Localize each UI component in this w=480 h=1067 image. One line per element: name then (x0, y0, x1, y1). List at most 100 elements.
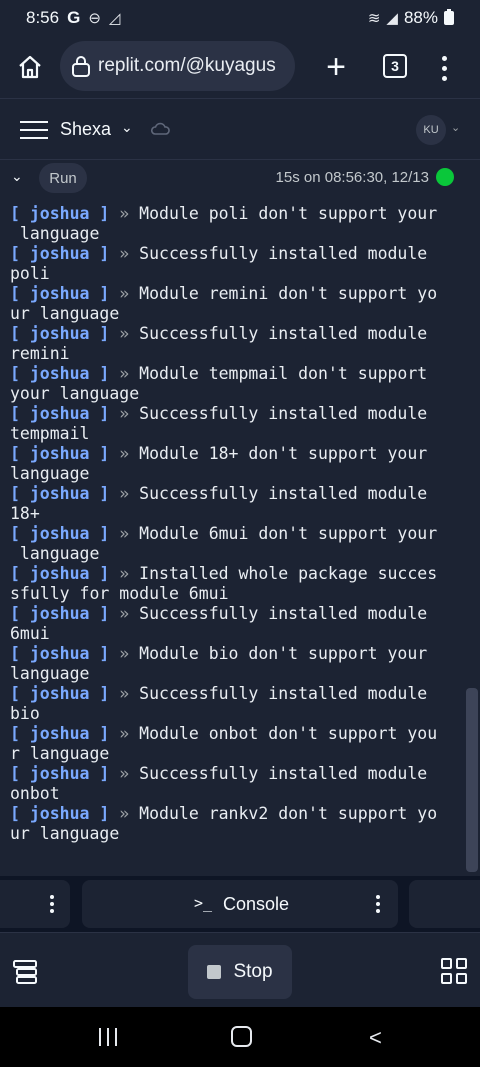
dot (441, 55, 447, 61)
recents-icon[interactable] (99, 1028, 117, 1046)
console-line: sfully for module 6mui (10, 584, 480, 604)
tools-stack-icon[interactable] (12, 959, 38, 985)
stop-icon (207, 965, 222, 979)
log-text: Module tempmail don't support (129, 364, 428, 383)
console-line: 18+ (10, 504, 480, 524)
panel-tabs: >_ Console (0, 876, 480, 932)
status-indicator (436, 168, 454, 186)
log-tag: [ joshua ] (10, 204, 110, 223)
grid-icon[interactable] (441, 958, 467, 984)
console-line: [ joshua ] » Successfully installed modu… (10, 324, 480, 344)
log-tag: [ joshua ] (10, 364, 110, 383)
log-text: Module onbot don't support you (129, 724, 438, 743)
log-arrow: » (119, 644, 130, 663)
log-arrow: » (119, 404, 130, 423)
terminal-icon: >_ (194, 894, 213, 912)
tab-switcher-button[interactable]: 3 (383, 54, 407, 78)
console-line: bio (10, 704, 480, 724)
tab-menu-icon[interactable] (48, 892, 56, 916)
console-line: [ joshua ] » Successfully installed modu… (10, 764, 480, 784)
browser-toolbar: replit.com/@kuyagus + 3 (0, 36, 480, 98)
tab-right[interactable] (409, 880, 480, 928)
console-line: [ joshua ] » Module rankv2 don't support… (10, 804, 480, 824)
console-line: [ joshua ] » Successfully installed modu… (10, 684, 480, 704)
log-tag: [ joshua ] (10, 284, 110, 303)
home-button[interactable] (0, 36, 60, 98)
log-text: Module 6mui don't support your (129, 524, 438, 543)
tab-console[interactable]: >_ Console (82, 880, 398, 928)
log-tag: [ joshua ] (10, 724, 110, 743)
stop-button[interactable]: Stop (188, 945, 292, 999)
console-line: r language (10, 744, 480, 764)
chevron-down-icon[interactable]: ⌄ (451, 121, 460, 134)
wifi-icon: ≋ (367, 10, 381, 27)
site-info-icon (72, 56, 90, 77)
tab-menu-icon[interactable] (374, 892, 382, 916)
log-text: Successfully installed module (129, 404, 428, 423)
browser-menu-button[interactable] (432, 48, 456, 88)
console-line: ur language (10, 304, 480, 324)
log-tag: [ joshua ] (10, 644, 110, 663)
log-text: sfully for module 6mui (10, 584, 229, 603)
log-text: remini (10, 344, 70, 363)
log-text: Successfully installed module (129, 244, 428, 263)
avatar[interactable]: KU (416, 115, 446, 145)
console-line: language (10, 664, 480, 684)
log-text: ur language (10, 304, 120, 323)
log-arrow: » (119, 284, 130, 303)
home-nav-icon[interactable] (231, 1026, 252, 1047)
dot (441, 65, 447, 71)
console-line: language (10, 224, 480, 244)
collapse-chevron-icon[interactable]: ⌄ (11, 168, 23, 185)
log-text: poli (10, 264, 50, 283)
tab-label: Console (223, 894, 290, 914)
log-arrow: » (119, 444, 130, 463)
log-tag: [ joshua ] (10, 244, 110, 263)
console-line: [ joshua ] » Successfully installed modu… (10, 244, 480, 264)
dnd-icon: ⊖ (88, 10, 101, 27)
run-button[interactable]: Run (39, 163, 87, 193)
log-arrow: » (119, 524, 130, 543)
console-line: [ joshua ] » Installed whole package suc… (10, 564, 480, 584)
console-line: 6mui (10, 624, 480, 644)
project-name[interactable]: Shexa (60, 119, 111, 140)
log-text: onbot (10, 784, 60, 803)
log-text: Module remini don't support yo (129, 284, 438, 303)
log-arrow: » (119, 804, 130, 823)
log-text: Module 18+ don't support your (129, 444, 428, 463)
log-arrow: » (119, 684, 130, 703)
log-arrow: » (119, 764, 130, 783)
console-line: [ joshua ] » Module 18+ don't support yo… (10, 444, 480, 464)
log-text: language (10, 224, 100, 243)
scrollbar[interactable] (466, 688, 478, 872)
log-tag: [ joshua ] (10, 404, 110, 423)
log-text: Successfully installed module (129, 604, 428, 623)
log-text: language (10, 544, 100, 563)
address-bar[interactable]: replit.com/@kuyagus (60, 41, 295, 91)
console-line: ur language (10, 824, 480, 844)
tab-left[interactable] (0, 880, 70, 928)
back-icon[interactable]: < (369, 1025, 382, 1051)
new-tab-button[interactable]: + (316, 44, 356, 90)
log-tag: [ joshua ] (10, 324, 110, 343)
run-bar: ⌄ Run 15s on 08:56:30, 12/13 (0, 160, 480, 196)
chevron-down-icon[interactable]: ⌄ (121, 119, 133, 136)
log-text: Successfully installed module (129, 324, 428, 343)
console-output[interactable]: [ joshua ] » Module poli don't support y… (0, 196, 480, 876)
console-line: poli (10, 264, 480, 284)
google-icon: G (67, 8, 81, 27)
log-arrow: » (119, 204, 130, 223)
console-line: [ joshua ] » Module poli don't support y… (10, 204, 480, 224)
log-text: tempmail (10, 424, 90, 443)
signal-icon: ◢ (386, 10, 398, 27)
log-text: language (10, 464, 90, 483)
console-line: [ joshua ] » Module remini don't support… (10, 284, 480, 304)
log-tag: [ joshua ] (10, 684, 110, 703)
menu-icon[interactable] (20, 121, 48, 139)
log-text: Module bio don't support your (129, 644, 428, 663)
stop-label: Stop (233, 961, 273, 982)
bottom-bar: Stop (0, 932, 480, 1007)
console-line: [ joshua ] » Successfully installed modu… (10, 484, 480, 504)
log-arrow: » (119, 364, 130, 383)
log-tag: [ joshua ] (10, 604, 110, 623)
